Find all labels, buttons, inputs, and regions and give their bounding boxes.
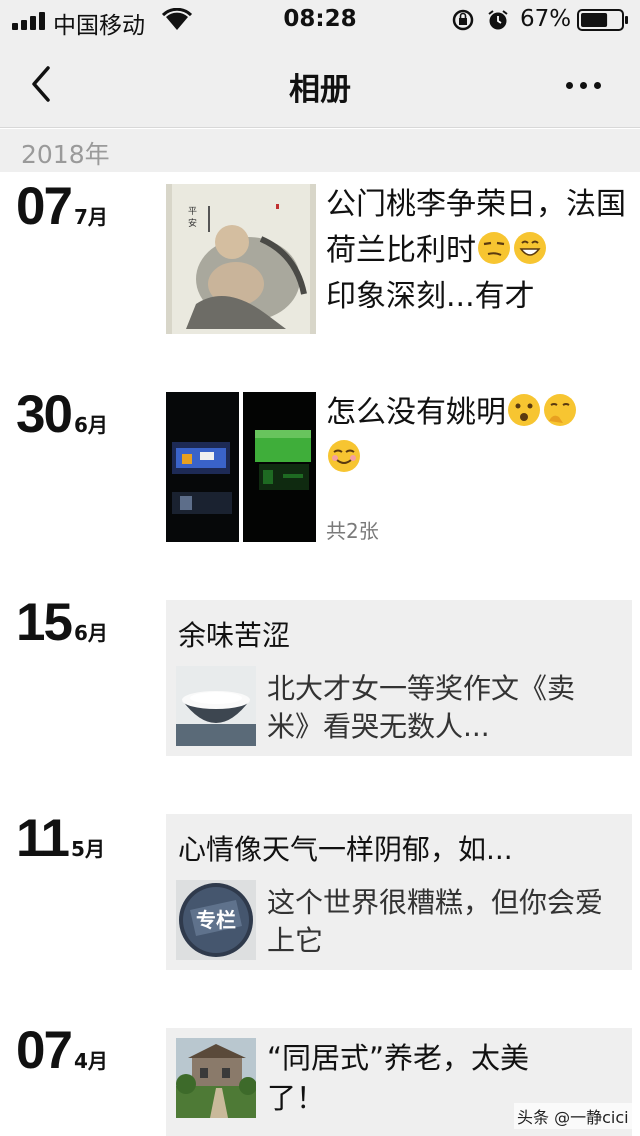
card-description: 北大才女一等奖作文《卖米》看哭无数人... [267,672,576,743]
year-header: 2018年 [0,129,640,172]
entry-date: 15 6月 [16,592,108,652]
alarm-icon [488,10,508,30]
tv-photo [166,392,239,542]
link-card[interactable]: 心情像天气一样阴郁，如... 专栏 这个世界很糟糕，但你会爱上它 [166,814,632,970]
garden-thumbnail [176,1038,256,1118]
smug-emoji [328,440,360,472]
thinking-emoji [508,394,540,426]
date-day: 07 [16,177,73,236]
battery-icon [577,9,628,31]
entry-caption: 公门桃李争荣日，法国荷兰比利时印象深刻...有才 [326,182,626,320]
svg-text:安: 安 [188,217,197,229]
photo-count: 共2张 [326,519,379,543]
date-month: 5月 [71,837,105,861]
nav-bar: 相册 [0,40,640,128]
svg-text:平: 平 [188,206,197,217]
entry-caption: 怎么没有姚明 [326,390,626,482]
link-card[interactable]: 余味苦涩 北大才女一等奖作文《卖米》看哭无数人... [166,600,632,756]
card-title: 余味苦涩 [178,619,291,652]
page-title: 相册 [289,72,351,108]
entry-date: 07 7月 [16,176,108,236]
date-day: 11 [16,809,70,868]
card-title: 心情像天气一样阴郁，如... [178,833,513,866]
date-day: 15 [16,593,73,652]
date-day: 30 [16,385,73,444]
date-month: 4月 [73,1049,108,1073]
painting-image: 平 安 [166,184,316,334]
column-thumbnail: 专栏 [176,880,256,960]
date-month: 6月 [73,621,108,645]
caption-text: 怎么没有姚明 [326,395,506,430]
card-description: 这个世界很糟糕，但你会爱上它 [267,886,604,957]
year-label: 2018年 [21,140,110,169]
entry-date: 11 5月 [16,808,105,868]
card-description: “同居式”养老，太美了！ [267,1041,530,1115]
rice-bowl-thumbnail [176,666,256,746]
smirk-emoji [478,232,510,264]
tv-photo [243,392,316,542]
date-month: 6月 [73,413,108,437]
shush-emoji [544,394,576,426]
caption-continuation: 印象深刻...有才 [326,279,535,314]
status-bar: 中国移动 08:28 67% [0,0,640,40]
entry-date: 07 4月 [16,1020,108,1080]
orientation-lock-icon [452,9,474,31]
entry-date: 30 6月 [16,384,108,444]
grin-emoji [514,232,546,264]
date-month: 7月 [73,205,108,229]
photo-thumbnail[interactable] [243,392,316,542]
date-day: 07 [16,1021,73,1080]
card-thumb-label: 专栏 [196,908,236,932]
watermark: 头条 @一静cici [514,1103,632,1129]
photo-thumbnail[interactable] [166,392,239,542]
photo-thumbnail[interactable]: 平 安 [166,184,316,334]
battery-percent: 67% [520,6,572,32]
more-dots-icon[interactable] [558,64,610,104]
caption-text: 公门桃李争荣日，法国荷兰比利时 [326,187,626,268]
